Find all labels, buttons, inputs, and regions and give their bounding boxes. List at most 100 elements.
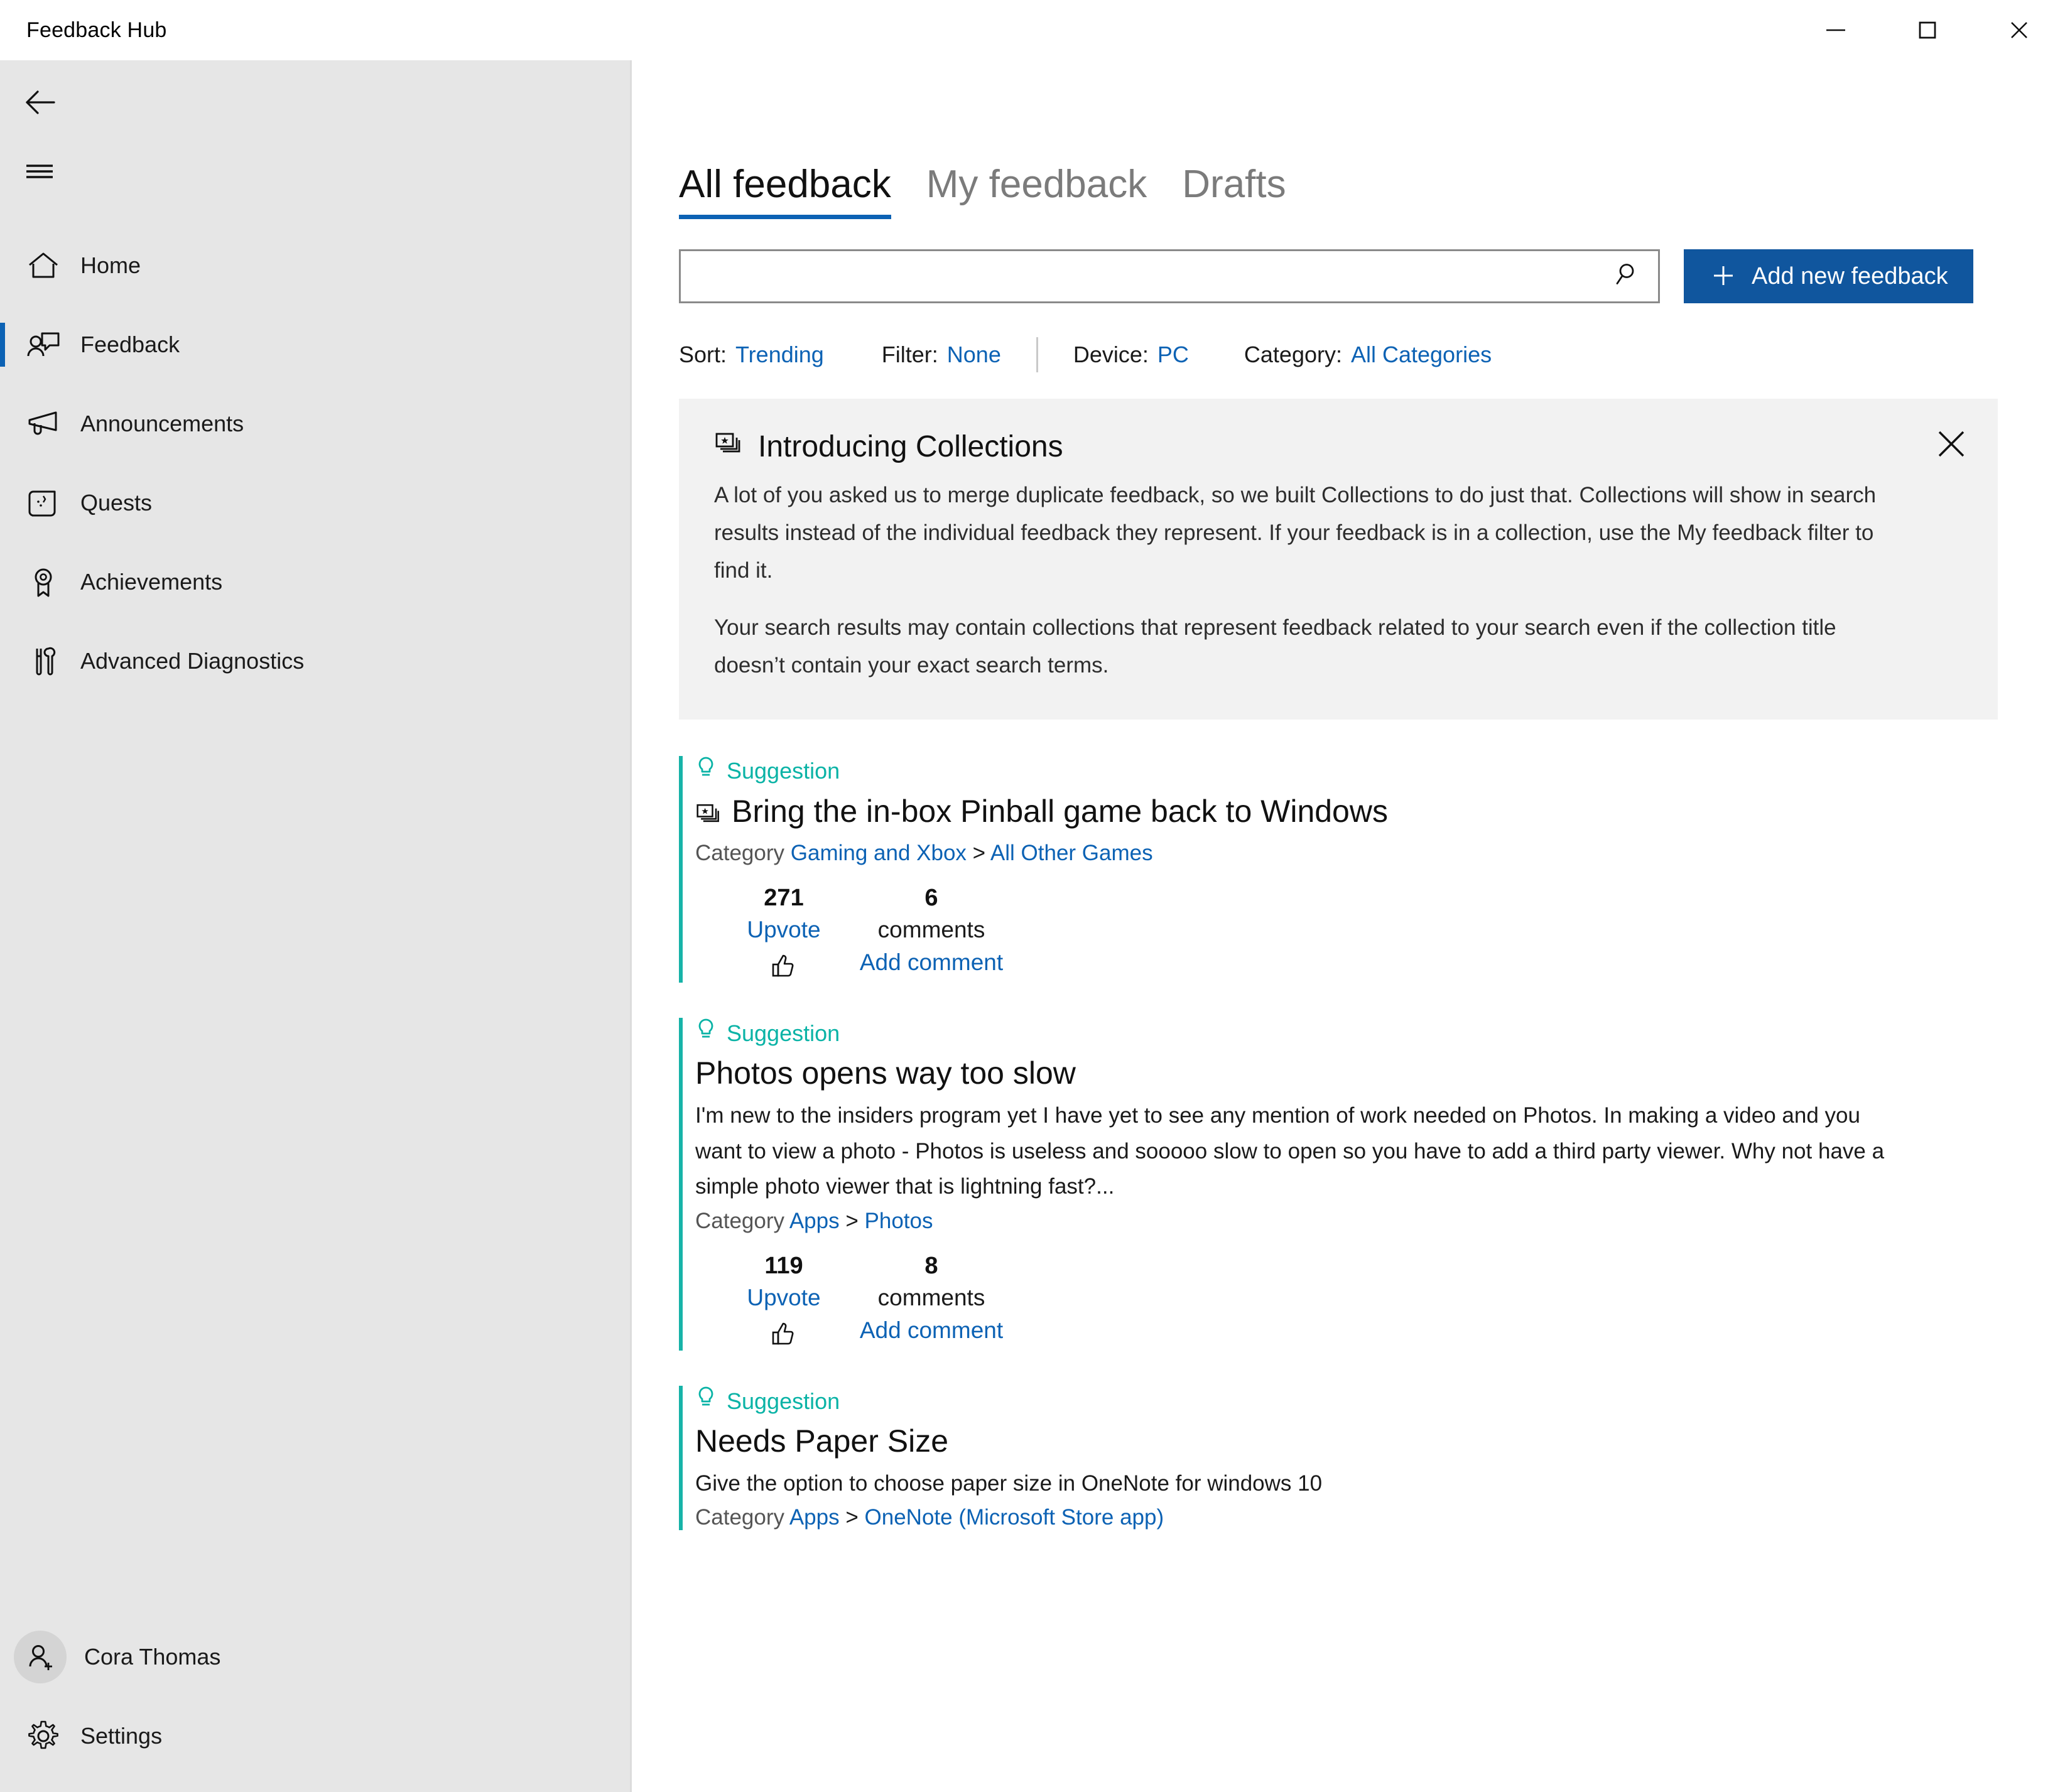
category-filter[interactable]: Category: All Categories [1244, 342, 1492, 368]
feedback-title: Photos opens way too slow [695, 1055, 1076, 1091]
category-link[interactable]: Apps [789, 1209, 840, 1233]
collections-icon [695, 797, 723, 836]
search-input[interactable] [681, 251, 1658, 301]
upvote-label[interactable]: Upvote [747, 1285, 820, 1311]
banner-title-row: Introducing Collections [714, 428, 1963, 465]
upvote-group[interactable]: 119 Upvote [718, 1253, 850, 1351]
upvote-label[interactable]: Upvote [747, 917, 820, 943]
feedback-title-row[interactable]: Photos opens way too slow [695, 1054, 2065, 1093]
feedback-title-row[interactable]: Needs Paper Size [695, 1422, 2065, 1461]
add-comment-link[interactable]: Add comment [860, 949, 1003, 976]
category-link[interactable]: All Other Games [990, 841, 1153, 865]
category-label: Category: [1244, 342, 1342, 367]
sidebar-item-feedback[interactable]: Feedback [0, 305, 630, 384]
home-icon [20, 247, 67, 284]
category-label: Category [695, 1505, 785, 1530]
feedback-item[interactable]: Suggestion Bring the in-box Pinball game… [679, 755, 2065, 983]
sidebar-item-home[interactable]: Home [0, 226, 630, 305]
add-new-feedback-button[interactable]: Add new feedback [1684, 249, 1973, 303]
category-link[interactable]: Apps [789, 1505, 840, 1530]
banner-paragraph: Your search results may contain collecti… [714, 615, 1836, 677]
sidebar-item-announcements[interactable]: Announcements [0, 384, 630, 463]
app-title: Feedback Hub [26, 18, 167, 42]
feedback-title-row[interactable]: Bring the in-box Pinball game back to Wi… [695, 792, 2065, 836]
window-controls [1790, 0, 2065, 60]
feedback-item[interactable]: Suggestion Photos opens way too slow I'm… [679, 1018, 2065, 1351]
feedback-type-label: Suggestion [727, 1020, 840, 1046]
category-link[interactable]: Photos [865, 1209, 933, 1233]
comments-group[interactable]: 8 comments Add comment [850, 1253, 1013, 1351]
feedback-description: Give the option to choose paper size in … [695, 1471, 1323, 1496]
sidebar-item-achievements[interactable]: Achievements [0, 542, 630, 622]
tab-all-feedback[interactable]: All feedback [679, 162, 891, 219]
close-button[interactable] [1973, 0, 2065, 60]
lightbulb-icon [695, 756, 717, 787]
tools-icon [20, 642, 67, 680]
sidebar-item-label: Achievements [80, 569, 223, 595]
sidebar-item-advanced-diagnostics[interactable]: Advanced Diagnostics [0, 622, 630, 701]
thumbs-up-icon[interactable] [770, 952, 798, 983]
collections-icon [714, 428, 744, 465]
sidebar-item-quests[interactable]: Quests [0, 463, 630, 542]
search-row: Add new feedback [679, 249, 2065, 303]
comment-count: 6 [924, 885, 938, 912]
back-button[interactable] [0, 68, 630, 137]
filter-value[interactable]: None [947, 342, 1001, 368]
feedback-description: I'm new to the insiders program yet I ha… [695, 1103, 1885, 1199]
category-link[interactable]: Gaming and Xbox [791, 841, 967, 865]
minimize-icon [1826, 29, 1845, 31]
search-box[interactable] [679, 249, 1660, 303]
sidebar-item-settings[interactable]: Settings [0, 1697, 630, 1776]
avatar [14, 1631, 67, 1683]
feedback-type-label: Suggestion [727, 1388, 840, 1414]
comments-group[interactable]: 6 comments Add comment [850, 885, 1013, 983]
maximize-button[interactable] [1882, 0, 1973, 60]
minimize-button[interactable] [1790, 0, 1882, 60]
banner-title: Introducing Collections [758, 429, 1063, 463]
close-icon [2011, 22, 2027, 38]
sidebar-item-account[interactable]: Cora Thomas [0, 1617, 630, 1697]
device-filter[interactable]: Device: PC [1073, 342, 1189, 368]
feedback-list: Suggestion Bring the in-box Pinball game… [679, 755, 2065, 1531]
back-arrow-icon [26, 90, 55, 114]
person-add-icon [29, 1645, 52, 1670]
feedback-type: Suggestion [695, 1018, 2065, 1049]
category-label: Category [695, 1209, 785, 1233]
filter-divider [1036, 337, 1038, 372]
add-comment-link[interactable]: Add comment [860, 1317, 1003, 1344]
tab-underline [679, 215, 891, 219]
sort-value[interactable]: Trending [735, 342, 824, 368]
sort-filter[interactable]: Sort: Trending [679, 342, 824, 368]
lightbulb-icon [695, 1386, 717, 1417]
feedback-type: Suggestion [695, 756, 2065, 787]
tab-label: My feedback [926, 163, 1147, 206]
comment-label: comments [877, 1285, 985, 1310]
hamburger-menu-icon [26, 165, 53, 178]
category-link[interactable]: OneNote (Microsoft Store app) [865, 1505, 1164, 1530]
sort-label: Sort: [679, 342, 727, 367]
add-new-feedback-label: Add new feedback [1752, 262, 1948, 289]
filter-filter[interactable]: Filter: None [882, 342, 1001, 368]
collections-banner: Introducing Collections A lot of you ask… [679, 399, 1998, 720]
hamburger-menu-button[interactable] [0, 137, 630, 206]
upvote-group[interactable]: 271 Upvote [718, 885, 850, 983]
tab-label: Drafts [1182, 163, 1286, 206]
search-icon[interactable] [1614, 261, 1643, 293]
feedback-category: Category Gaming and Xbox > All Other Gam… [695, 841, 2065, 866]
feedback-item[interactable]: Suggestion Needs Paper Size Give the opt… [679, 1386, 2065, 1531]
feedback-title: Bring the in-box Pinball game back to Wi… [732, 793, 1388, 829]
sidebar-item-label: Advanced Diagnostics [80, 648, 305, 674]
banner-close-button[interactable] [1919, 411, 1984, 477]
maximize-icon [1919, 21, 1936, 39]
device-value[interactable]: PC [1157, 342, 1189, 368]
gear-icon [20, 1718, 67, 1754]
category-separator: > [972, 841, 986, 866]
upvote-count: 119 [764, 1253, 803, 1279]
category-value[interactable]: All Categories [1351, 342, 1492, 368]
ribbon-icon [20, 563, 67, 601]
upvote-count: 271 [764, 885, 804, 912]
thumbs-up-icon[interactable] [770, 1320, 798, 1351]
filter-row: Sort: Trending Filter: None Device: PC C… [679, 337, 2065, 372]
tab-my-feedback[interactable]: My feedback [926, 162, 1147, 219]
tab-drafts[interactable]: Drafts [1182, 162, 1286, 219]
